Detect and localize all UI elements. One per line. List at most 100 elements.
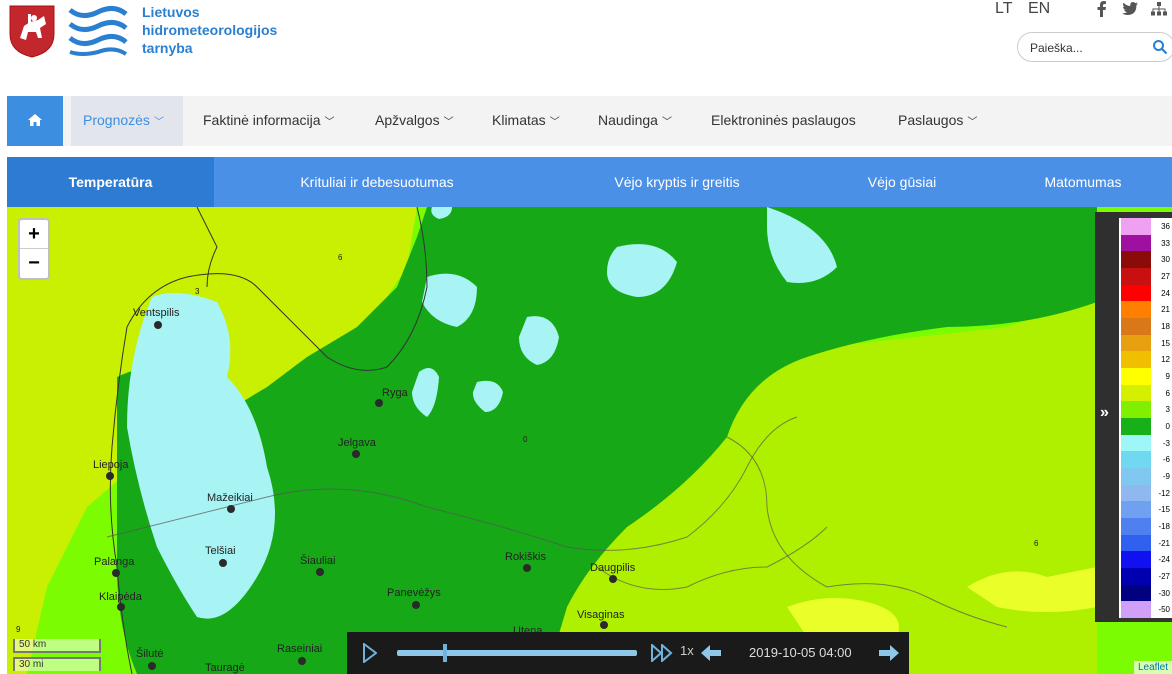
home-icon [28,114,42,126]
search-icon[interactable] [1152,39,1168,55]
contour-label: 6 [338,253,343,262]
legend-swatch [1121,234,1151,252]
nav-item-naudinga[interactable]: Naudinga ﹀ [586,96,684,146]
city-label: Panevėžys [387,587,441,599]
lang-en-link[interactable]: EN [1028,0,1050,18]
legend-value: -12 [1158,488,1170,498]
city-label: Jelgava [338,437,376,449]
city-marker[interactable] [375,399,383,407]
legend-swatch [1121,468,1151,485]
legend-swatch [1121,301,1151,318]
org-name-line-3: tarnyba [142,40,193,56]
org-name-line-2: hidrometeorologijos [142,22,278,38]
nav-label: Apžvalgos [375,112,440,128]
city-marker[interactable] [609,575,617,583]
sitemap-icon[interactable] [1151,2,1167,16]
temperature-map[interactable]: + − Ventspilis Ryga Jelgava Liepoja Maže… [7,207,1172,674]
legend-swatch [1121,568,1151,585]
contour-label: 0 [523,435,528,444]
speed-label[interactable]: 1x [680,643,694,658]
city-marker[interactable] [352,450,360,458]
nav-item-elektronines-paslaugos[interactable]: Elektroninės paslaugos [699,96,868,146]
site-header: Lietuvos hidrometeorologijos tarnyba LT … [0,0,1172,96]
legend-value: 30 [1161,255,1170,265]
nav-item-apzvalgos[interactable]: Apžvalgos ﹀ [363,96,466,146]
legend-swatch [1121,284,1151,302]
animation-player: 1x 2019-10-05 04:00 [347,632,909,674]
city-marker[interactable] [600,621,608,629]
scale-km: 50 km [13,639,101,653]
coat-of-arms-logo[interactable] [8,4,56,58]
legend-value: 27 [1161,272,1170,281]
legend-swatch [1121,401,1151,418]
legend-swatch [1121,318,1151,335]
city-marker[interactable] [523,564,531,572]
chevron-down-icon: ﹀ [549,117,560,128]
city-marker[interactable] [154,321,162,329]
chevron-down-icon: ﹀ [324,117,335,128]
nav-item-paslaugos[interactable]: Paslaugos ﹀ [886,96,989,146]
play-icon[interactable] [363,643,377,663]
legend-swatch [1121,268,1151,285]
temperature-legend: » 36 33 30 27 24 21 18 15 12 9 6 3 0 -3 -6 -9 -12 -15 -18-… [1095,212,1172,622]
arrow-left-icon[interactable] [699,643,723,663]
nav-item-faktine-informacija[interactable]: Faktinė informacija ﹀ [191,96,347,146]
search-input[interactable] [1030,39,1140,57]
tab-temperatura[interactable]: Temperatūra [7,157,214,207]
timeline-handle[interactable] [442,644,447,662]
nav-label: Klimatas [492,112,546,128]
tab-vejo-kryptis[interactable]: Vėjo kryptis ir greitis [587,157,767,207]
tab-vejo-gusiai[interactable]: Vėjo gūsiai [847,157,957,207]
legend-swatch [1121,351,1151,368]
lang-lt-link[interactable]: LT [995,0,1012,18]
zoom-out-button[interactable]: − [20,249,48,278]
page: Lietuvos hidrometeorologijos tarnyba LT … [0,0,1172,674]
city-label: Palanga [94,556,135,568]
forecast-datetime: 2019-10-05 04:00 [749,645,852,660]
double-chevron-right-icon: » [1100,404,1109,421]
organization-name[interactable]: Lietuvos hidrometeorologijos tarnyba [142,3,322,57]
city-marker[interactable] [298,657,306,665]
city-label: Mažeikiai [207,492,253,504]
fast-forward-icon[interactable] [651,644,673,662]
legend-swatch [1121,518,1151,535]
chevron-down-icon: ﹀ [661,117,672,128]
twitter-icon[interactable] [1122,2,1138,16]
home-button[interactable] [7,96,63,146]
legend-value: -9 [1162,472,1170,481]
hydrometeorology-logo[interactable] [66,4,130,56]
legend-value: 12 [1161,355,1170,365]
org-name-line-1: Lietuvos [142,4,200,20]
nav-item-prognozes[interactable]: Prognozės ﹀ [71,96,183,146]
legend-value: 24 [1161,288,1170,298]
city-marker[interactable] [106,472,114,480]
temperature-field [7,207,1172,674]
city-label: Tauragė [205,662,245,674]
city-label: Visaginas [577,609,625,621]
timeline-slider[interactable] [397,644,637,662]
city-marker[interactable] [316,568,324,576]
legend-swatch [1121,551,1151,568]
forecast-tabs: Temperatūra Krituliai ir debesuotumas Vė… [7,157,1172,207]
city-label: Klaipėda [99,591,142,603]
city-marker[interactable] [412,601,420,609]
city-marker[interactable] [117,603,125,611]
nav-label: Paslaugos [898,112,964,128]
nav-label: Prognozės [83,112,150,128]
city-marker[interactable] [227,505,235,513]
main-navigation: Prognozės ﹀ Faktinė informacija ﹀ Apžvalgo… [7,96,1172,146]
zoom-in-button[interactable]: + [20,220,48,249]
map-attribution[interactable]: Leaflet [1133,661,1172,674]
tab-krituliai[interactable]: Krituliai ir debesuotumas [277,157,477,207]
tab-matomumas[interactable]: Matomumas [1027,157,1139,207]
facebook-icon[interactable] [1096,1,1108,17]
arrow-right-icon[interactable] [877,643,901,663]
city-marker[interactable] [112,569,120,577]
legend-value: -6 [1162,455,1170,465]
city-marker[interactable] [148,662,156,670]
legend-toggle-button[interactable]: » [1095,212,1119,622]
city-marker[interactable] [219,559,227,567]
legend-swatch [1121,584,1151,602]
nav-item-klimatas[interactable]: Klimatas ﹀ [480,96,572,146]
legend-swatch [1121,601,1151,618]
